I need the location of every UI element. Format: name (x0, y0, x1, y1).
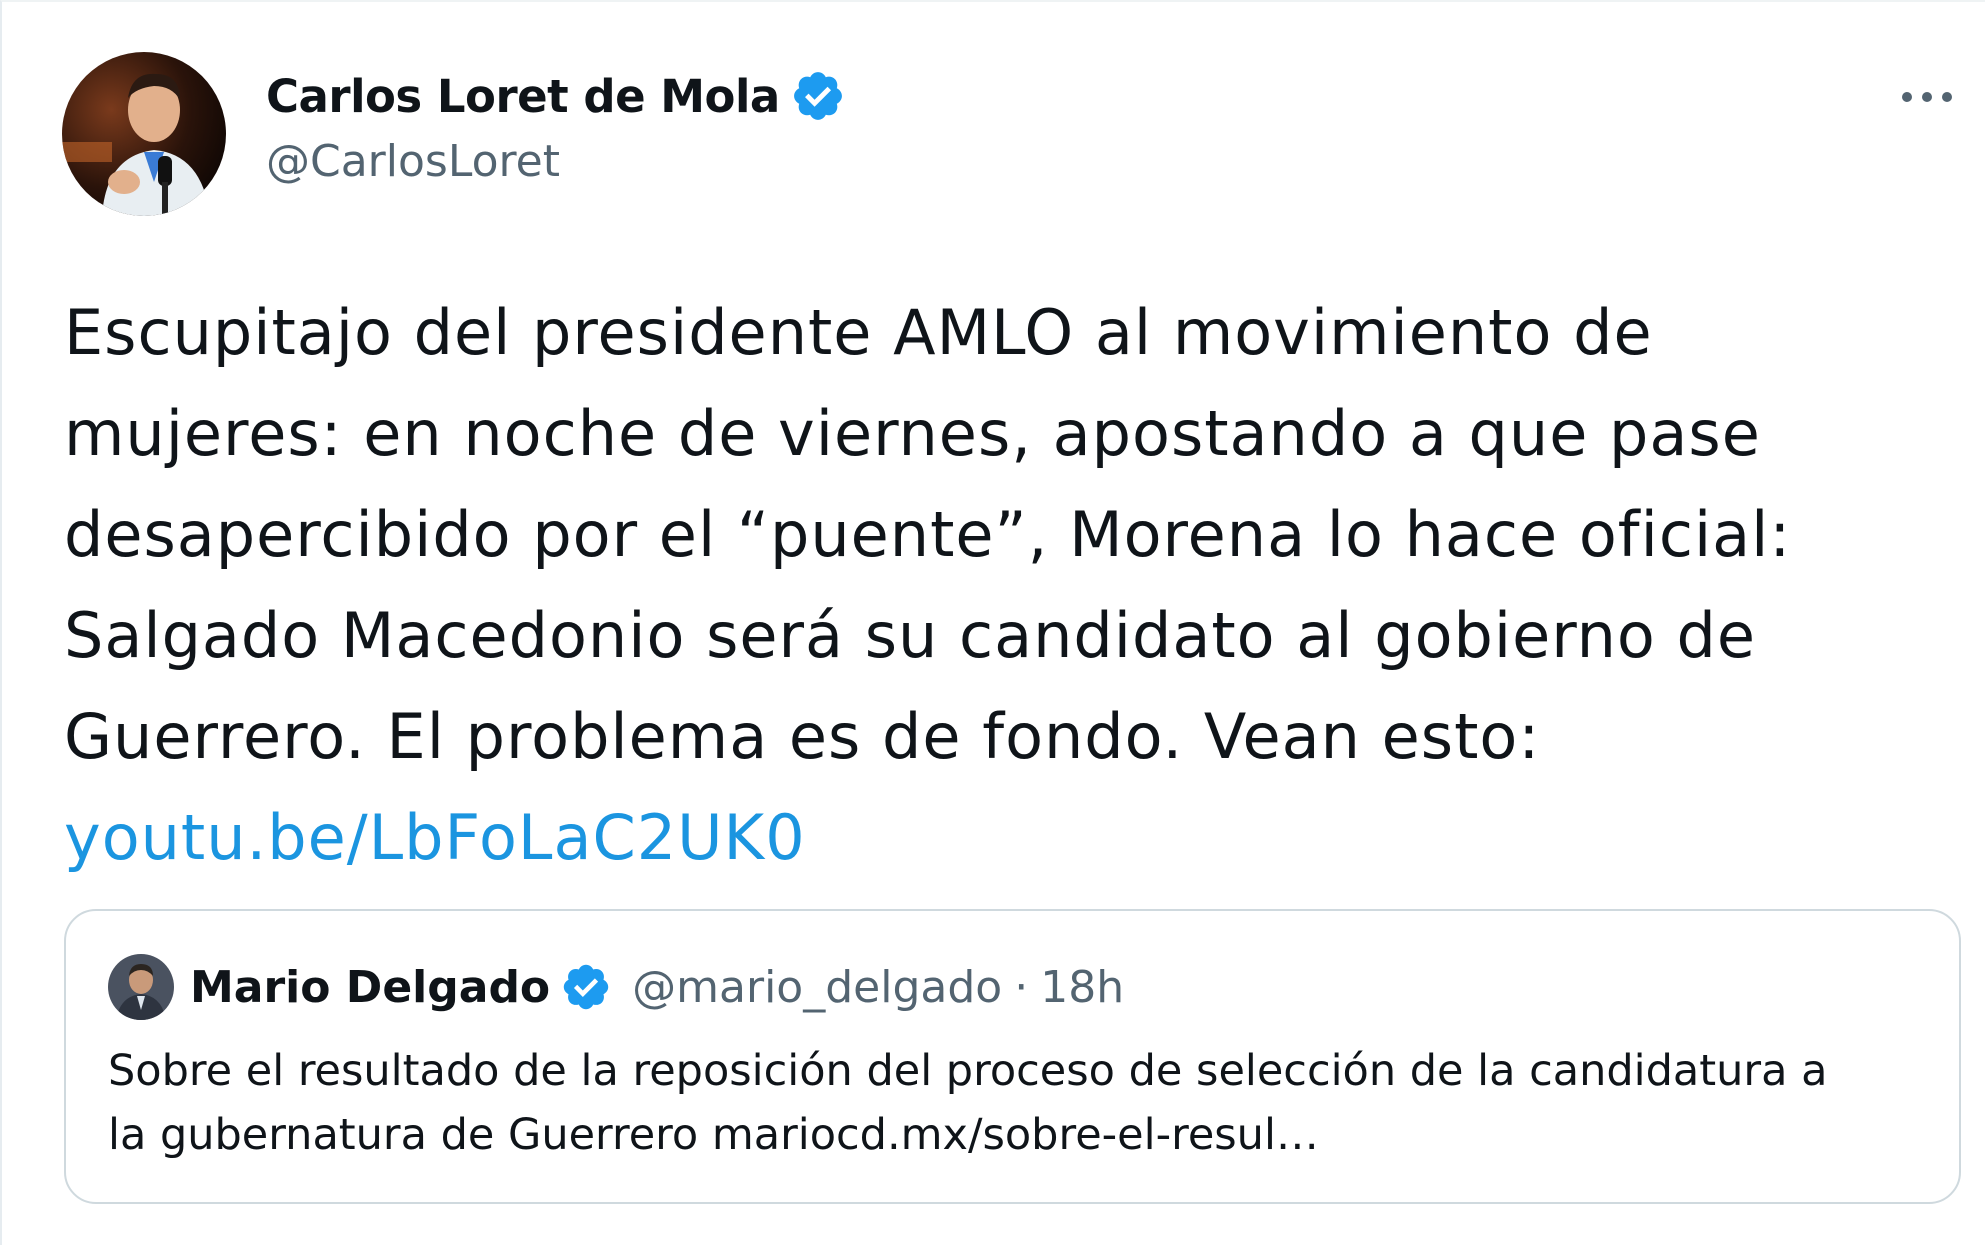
author-header: Carlos Loret de Mola (266, 68, 846, 124)
tweet-text-line: desapercibido por el “puente”, Morena lo… (64, 498, 1792, 571)
more-options-icon (1902, 92, 1952, 102)
tweet-text-line: Escupitajo del presidente AMLO al movimi… (64, 296, 1653, 369)
tweet-text-line: Salgado Macedonio será su candidato al g… (64, 599, 1757, 672)
profile-photo-icon (108, 954, 174, 1020)
quoted-tweet-text-line: Sobre el resultado de la reposición del … (108, 1046, 1828, 1096)
verified-badge-icon (793, 72, 842, 120)
tweet-text: Escupitajo del presidente AMLO al movimi… (64, 282, 1964, 888)
tweet-card: Carlos Loret de Mola @CarlosLoret Escupi… (0, 0, 1985, 1245)
more-options-button[interactable] (1897, 72, 1957, 122)
quoted-tweet-timestamp[interactable]: 18h (1040, 962, 1124, 1013)
author-handle[interactable]: @CarlosLoret (266, 136, 560, 187)
author-avatar[interactable] (62, 52, 226, 216)
profile-photo-icon (62, 52, 226, 216)
meta-separator: · (1014, 961, 1029, 1013)
tweet-text-line: Guerrero. El problema es de fondo. Vean … (64, 700, 1541, 773)
quoted-tweet-text-line: la gubernatura de Guerrero mariocd.mx/so… (108, 1110, 1319, 1160)
tweet-text-line: mujeres: en noche de viernes, apostando … (64, 397, 1761, 470)
quoted-tweet-card[interactable]: Mario Delgado @mario_delgado · 18h Sobre… (64, 909, 1961, 1204)
tweet-link[interactable]: youtu.be/LbFoLaC2UK0 (64, 787, 1964, 888)
verified-badge-icon (563, 964, 609, 1010)
quoted-author-name[interactable]: Mario Delgado (190, 962, 550, 1013)
author-name[interactable]: Carlos Loret de Mola (266, 70, 780, 123)
quoted-tweet-header: Mario Delgado @mario_delgado · 18h (190, 961, 1124, 1013)
quoted-tweet-text: Sobre el resultado de la reposición del … (108, 1039, 1928, 1167)
quoted-author-avatar[interactable] (108, 954, 174, 1020)
quoted-author-handle[interactable]: @mario_delgado (632, 962, 1002, 1013)
